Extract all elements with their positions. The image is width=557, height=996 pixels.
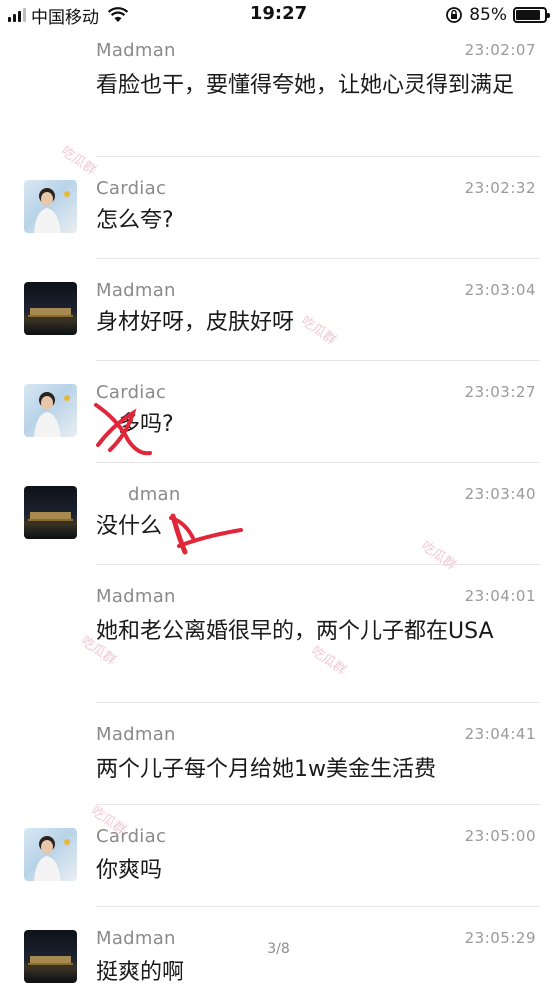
divider [96, 156, 540, 157]
message-time: 23:02:07 [464, 41, 536, 59]
avatar-image [34, 188, 70, 233]
message-time: 23:05:00 [464, 827, 536, 845]
message-time: 23:03:40 [464, 485, 536, 503]
sender-name: Madman [96, 586, 176, 607]
sender-name: Cardiac [96, 382, 167, 403]
sender-name: Madman [96, 40, 176, 61]
avatar[interactable] [24, 180, 77, 233]
battery-percent: 85% [469, 5, 507, 25]
message-text: 看脸也干，要懂得夸她，让她心灵得到满足 [96, 73, 515, 98]
sender-name: Madman [96, 724, 176, 745]
sender-name: dman [128, 484, 181, 505]
message-time: 23:03:27 [464, 383, 536, 401]
divider [96, 360, 540, 361]
divider [96, 462, 540, 463]
message-text: 没什么 [96, 514, 163, 539]
divider [96, 258, 540, 259]
sender-name: Madman [96, 280, 176, 301]
status-bar: 中国移动 19:27 85% [0, 0, 557, 30]
avatar[interactable] [24, 486, 77, 539]
message-text: 你爽吗 [96, 858, 163, 883]
avatar-image [28, 308, 73, 322]
watermark: 吃瓜群 [58, 143, 99, 179]
avatar[interactable] [24, 828, 77, 881]
avatar-image [28, 512, 73, 526]
message-text: 挺爽的啊 [96, 960, 185, 985]
message-time: 23:02:32 [464, 179, 536, 197]
message-text: 怎么夸? [96, 208, 174, 233]
divider [96, 906, 540, 907]
divider [96, 564, 540, 565]
message-time: 23:03:04 [464, 281, 536, 299]
status-right: 85% [445, 4, 550, 26]
page-indicator: 3/8 [267, 941, 290, 957]
sender-name: Cardiac [96, 178, 167, 199]
battery-icon [513, 7, 550, 23]
avatar[interactable] [24, 384, 77, 437]
message-text: 多吗? [118, 412, 174, 437]
avatar[interactable] [24, 282, 77, 335]
message-time: 23:04:41 [464, 725, 536, 743]
message-text: 她和老公离婚很早的，两个儿子都在USA [96, 619, 494, 644]
message-time: 23:04:01 [464, 587, 536, 605]
rotation-lock-icon [446, 7, 463, 23]
divider [96, 804, 540, 805]
avatar-image [34, 392, 70, 437]
avatar-image [34, 836, 70, 881]
message-text: 两个儿子每个月给她1w美金生活费 [96, 757, 436, 782]
divider [96, 702, 540, 703]
